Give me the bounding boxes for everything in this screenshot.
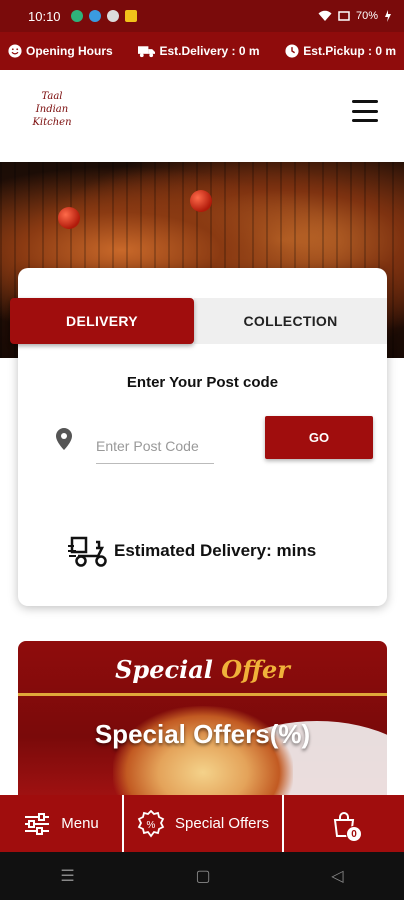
status-bar: 10:10 70% (0, 0, 404, 32)
hamburger-menu-icon[interactable] (352, 100, 378, 122)
notification-icons (70, 10, 137, 22)
nav-menu-button[interactable]: Menu (0, 795, 124, 852)
special-offers-title: Special Offers(%) (94, 719, 311, 749)
special-offer-banner[interactable]: Special Offer Special Offers(%) (18, 641, 387, 801)
svg-text:%: % (147, 820, 156, 831)
estimated-delivery: Estimated Delivery: mins (68, 534, 316, 568)
sliders-icon (25, 812, 50, 835)
system-navigation-bar: ☰ ▢ ◁ (0, 852, 404, 900)
store-info-bar: Opening Hours Est.Delivery : 0 m Est.Pic… (0, 32, 404, 70)
est-pickup-label: Est.Pickup : 0 m (303, 44, 396, 58)
go-button[interactable]: GO (265, 416, 373, 459)
app-screen: 10:10 70% Opening Hours Est.Delivery : 0… (0, 0, 404, 900)
order-type-tabs: DELIVERY COLLECTION (10, 298, 387, 344)
app-notification-icon (106, 10, 119, 22)
nav-special-offers-button[interactable]: % Special Offers (124, 795, 284, 852)
opening-hours-item[interactable]: Opening Hours (8, 44, 113, 58)
truck-icon (138, 46, 156, 58)
back-icon[interactable]: ◁ (331, 866, 343, 886)
wifi-icon (318, 10, 332, 21)
delivery-scooter-icon (68, 536, 107, 567)
tab-collection[interactable]: COLLECTION (194, 298, 387, 344)
tab-delivery[interactable]: DELIVERY (10, 298, 194, 344)
restaurant-logo[interactable]: Taal Indian Kitchen (22, 90, 82, 138)
app-header: Taal Indian Kitchen (0, 70, 404, 162)
estimated-delivery-label: Estimated Delivery: mins (114, 541, 317, 560)
post-code-heading: Enter Your Post code (126, 374, 279, 391)
smiley-icon (8, 44, 22, 58)
cart-count-badge: 0 (346, 826, 362, 842)
tomato-decoration (190, 190, 212, 212)
battery-icon (385, 10, 391, 22)
app-notification-icon (88, 10, 101, 22)
app-notification-icon (70, 10, 83, 22)
status-right: 70% (318, 10, 392, 22)
recent-apps-icon[interactable]: ☰ (60, 866, 74, 886)
status-time: 10:10 (28, 8, 61, 24)
est-pickup-item: Est.Pickup : 0 m (285, 44, 396, 58)
bottom-navigation: Menu % Special Offers (0, 795, 404, 852)
opening-hours-label: Opening Hours (26, 44, 113, 58)
est-delivery-item: Est.Delivery : 0 m (138, 44, 260, 58)
home-icon[interactable]: ▢ (195, 866, 210, 886)
post-code-input[interactable] (96, 428, 214, 464)
nav-cart-button[interactable] (284, 795, 404, 852)
nav-special-offers-label: Special Offers (175, 815, 269, 832)
location-pin-icon (56, 428, 72, 450)
special-offer-script-title: Special Offer (115, 655, 290, 684)
battery-percent: 70% (355, 10, 378, 22)
screen-icon (338, 11, 350, 21)
tomato-decoration (58, 207, 80, 229)
order-type-card: DELIVERY COLLECTION Enter Your Post code… (10, 268, 387, 606)
clock-icon (285, 44, 299, 58)
nav-menu-label: Menu (61, 815, 99, 832)
app-notification-icon (124, 10, 137, 22)
discount-badge-icon: % (137, 809, 165, 837)
est-delivery-label: Est.Delivery : 0 m (159, 44, 260, 58)
